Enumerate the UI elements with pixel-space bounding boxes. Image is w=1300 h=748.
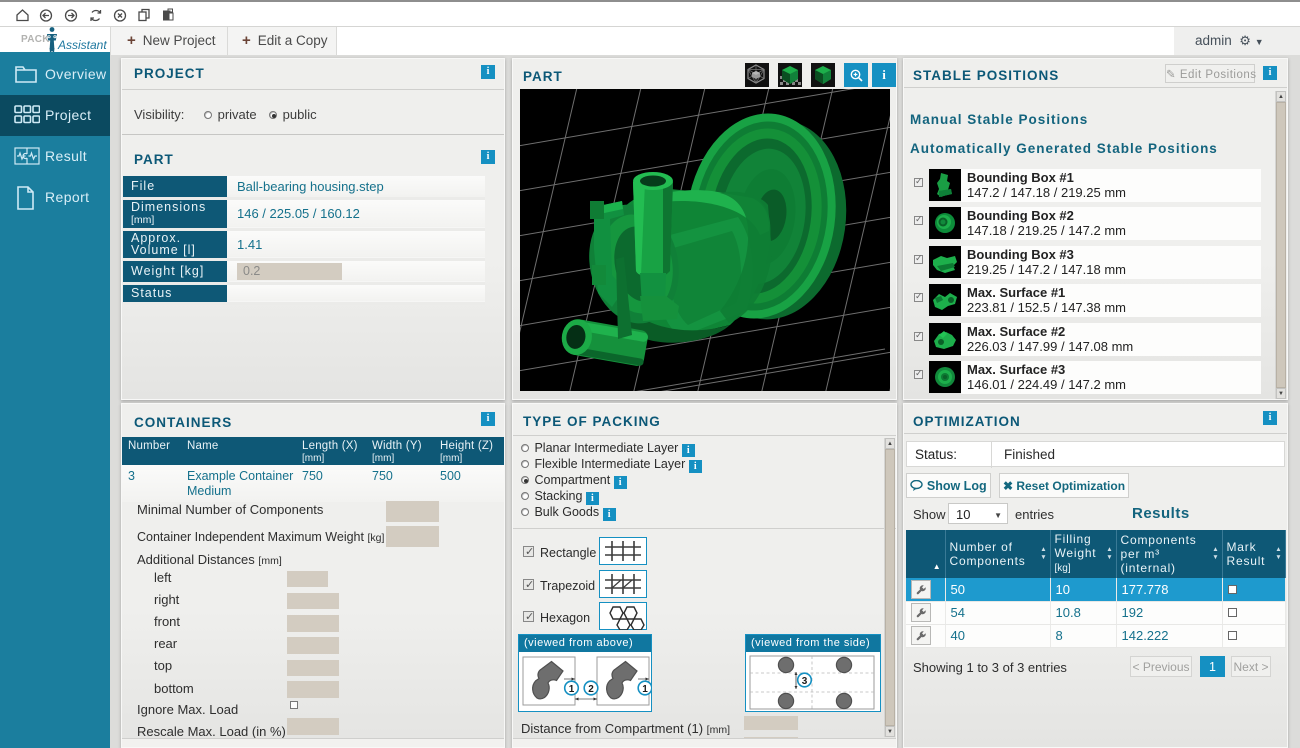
- svg-text:1: 1: [569, 684, 575, 695]
- svg-text:1: 1: [642, 684, 648, 695]
- svg-text:2: 2: [588, 684, 594, 695]
- svg-text:3: 3: [802, 676, 808, 687]
